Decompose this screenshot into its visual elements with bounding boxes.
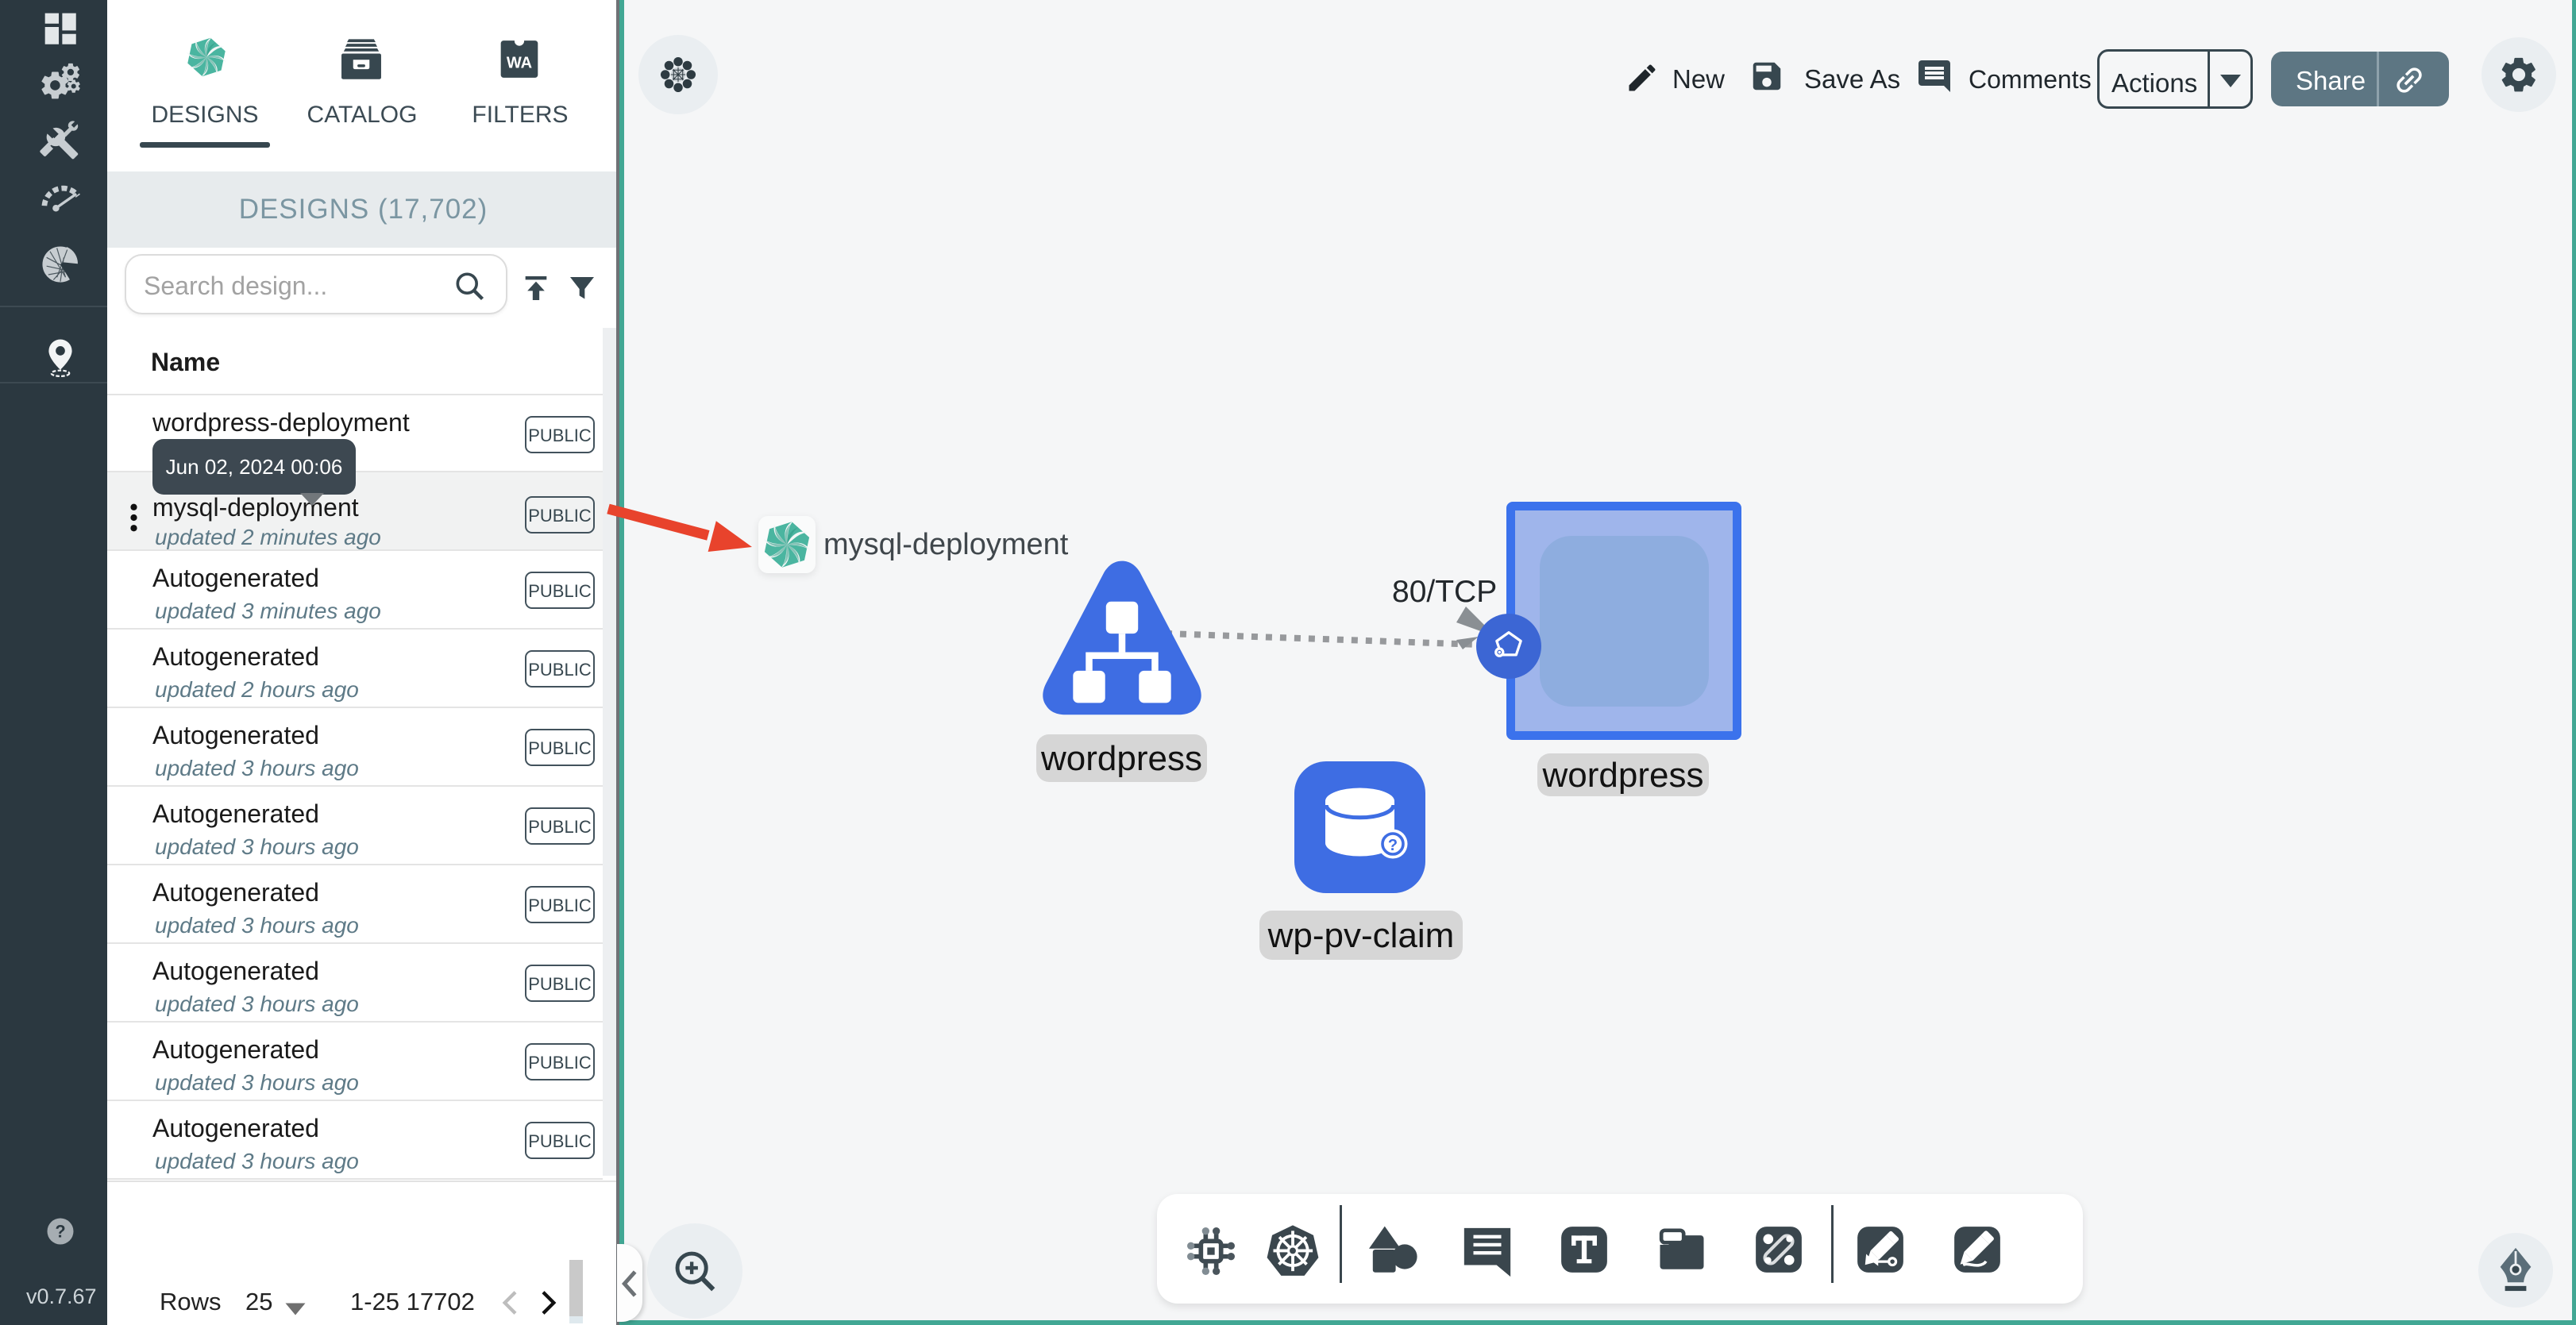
svg-text:?: ? [1388,837,1398,854]
svg-text:?: ? [55,1222,65,1242]
svg-text:WA: WA [507,55,532,72]
